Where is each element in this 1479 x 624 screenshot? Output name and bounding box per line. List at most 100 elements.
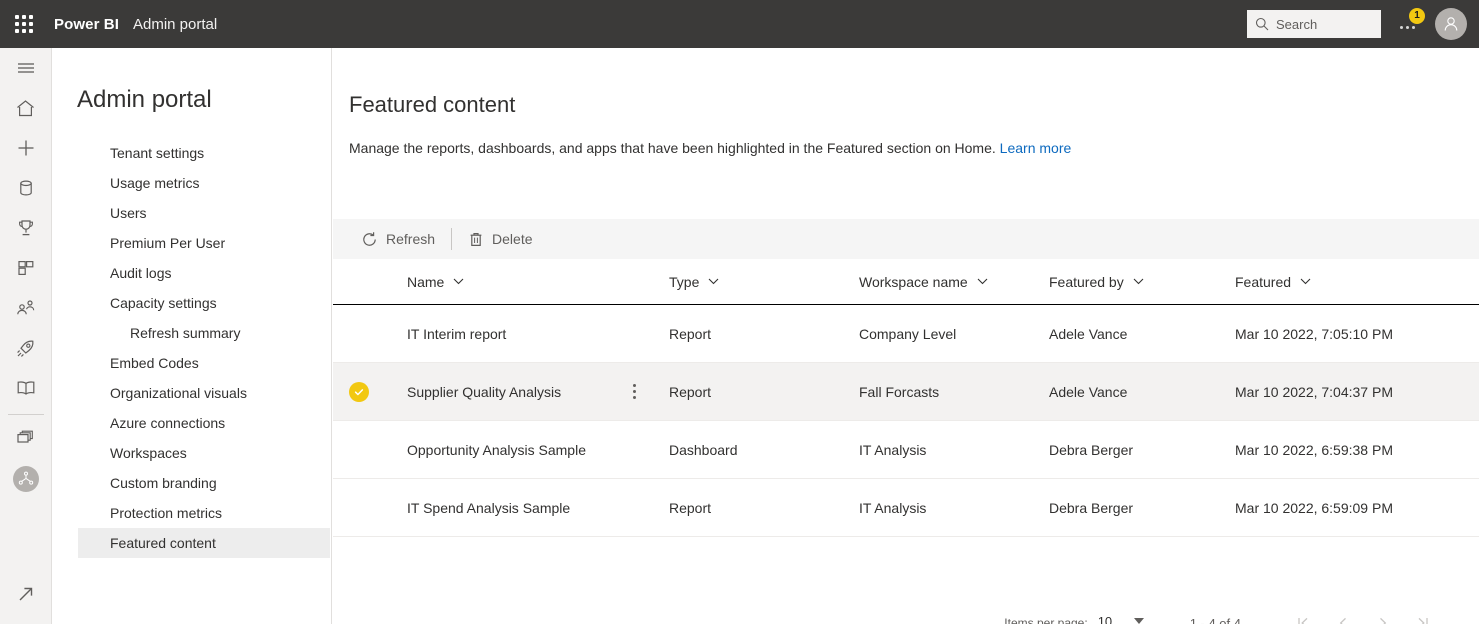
last-page-button[interactable] (1403, 603, 1443, 624)
cell-workspace-name: IT Analysis (859, 441, 927, 458)
row-menu-cell[interactable] (627, 380, 669, 403)
row-select-cell[interactable] (349, 381, 407, 402)
cell-featured-by: Adele Vance (1049, 383, 1128, 400)
sidebar-item-current-workspace[interactable] (0, 459, 52, 499)
sidebar-item-goals[interactable] (0, 208, 52, 248)
cell-featured: Mar 10 2022, 7:05:10 PM (1235, 325, 1393, 342)
sidebar-item-apps[interactable] (0, 248, 52, 288)
table-row[interactable]: Opportunity Analysis Sample Dashboard IT A… (333, 421, 1479, 479)
admin-portal-nav-list: Tenant settings Usage metrics Users Premium… (78, 138, 330, 558)
sidebar-item-workspaces[interactable]: Workspaces (78, 438, 330, 468)
previous-page-button[interactable] (1323, 603, 1363, 624)
expand-nav-button[interactable] (0, 574, 52, 614)
chevron-down-icon (453, 278, 464, 285)
items-per-page-value: 10 (1097, 613, 1113, 624)
sidebar-item-workspaces[interactable] (0, 419, 52, 459)
featured-content-table: Name Type Workspace name Featured by Fea… (333, 259, 1479, 537)
sidebar-item-organizational-visuals[interactable]: Organizational visuals (78, 378, 330, 408)
more-options-button[interactable]: 1 (1385, 0, 1429, 48)
workspaces-stack-icon (16, 430, 33, 443)
cell-featured-by: Debra Berger (1049, 499, 1134, 516)
sidebar-item-featured-content[interactable]: Featured content (78, 528, 330, 558)
column-header-featured[interactable]: Featured (1235, 274, 1479, 290)
refresh-button[interactable]: Refresh (351, 219, 445, 259)
learn-more-link[interactable]: Learn more (1000, 140, 1072, 156)
cell-featured-by: Adele Vance (1049, 325, 1128, 342)
sidebar-item-azure-connections[interactable]: Azure connections (78, 408, 330, 438)
page-last-icon (1418, 617, 1428, 624)
sidebar-item-shared-with-me[interactable] (0, 288, 52, 328)
sidebar-item-data-hub[interactable] (0, 168, 52, 208)
column-header-name[interactable]: Name (407, 274, 627, 290)
sidebar-item-home[interactable] (0, 88, 52, 128)
more-vertical-icon[interactable] (627, 380, 642, 403)
chevron-down-icon (1134, 618, 1145, 624)
avatar[interactable] (1435, 8, 1467, 40)
column-header-type[interactable]: Type (669, 274, 859, 290)
sidebar-item-embed-codes[interactable]: Embed Codes (78, 348, 330, 378)
column-header-featured-label: Featured (1235, 273, 1292, 290)
goals-trophy-icon (18, 220, 33, 236)
items-per-page-select[interactable]: 10 (1098, 614, 1156, 624)
sidebar-item-learn[interactable] (0, 368, 52, 408)
current-workspace-avatar (12, 466, 39, 492)
refresh-button-label: Refresh (386, 231, 436, 247)
search-icon (1255, 17, 1269, 31)
cell-type: Report (669, 383, 712, 400)
delete-button-label: Delete (492, 231, 533, 247)
chevron-down-icon (1300, 278, 1311, 285)
brand-logo-text[interactable]: Power BI (54, 16, 119, 33)
sidebar-item-capacity-settings[interactable]: Capacity settings (78, 288, 330, 318)
delete-button[interactable]: Delete (458, 219, 542, 259)
sidebar-item-tenant-settings[interactable]: Tenant settings (78, 138, 330, 168)
more-horizontal-icon (1399, 25, 1415, 29)
command-toolbar: Refresh Delete (333, 219, 1479, 259)
sidebar-item-users[interactable]: Users (78, 198, 330, 228)
check-circle-icon[interactable] (349, 381, 369, 402)
table-row[interactable]: IT Interim report Report Company Level Adel… (333, 305, 1479, 363)
nav-toggle-button[interactable] (0, 48, 52, 88)
sidebar-item-label: Usage metrics (110, 175, 200, 191)
table-row[interactable]: IT Spend Analysis Sample Report IT Analysi… (333, 479, 1479, 537)
notification-badge[interactable]: 1 (1409, 8, 1425, 24)
cell-name: IT Interim report (407, 325, 507, 342)
column-header-featured-by[interactable]: Featured by (1049, 274, 1235, 290)
sidebar-item-label: Custom branding (110, 475, 217, 491)
page-prev-icon (1339, 617, 1346, 624)
sidebar-item-premium-per-user[interactable]: Premium Per User (78, 228, 330, 258)
sidebar-item-audit-logs[interactable]: Audit logs (78, 258, 330, 288)
datahub-database-icon (19, 180, 32, 196)
chevron-down-icon (977, 278, 988, 285)
table-row[interactable]: Supplier Quality Analysis Report Fall Forc… (333, 363, 1479, 421)
sidebar-item-create[interactable] (0, 128, 52, 168)
cell-featured: Mar 10 2022, 6:59:38 PM (1235, 441, 1393, 458)
sidebar-item-label: Audit logs (110, 265, 172, 281)
workspace-group-icon (18, 471, 33, 485)
cell-type: Dashboard (669, 441, 738, 458)
first-page-button[interactable] (1283, 603, 1323, 624)
column-header-workspace-name[interactable]: Workspace name (859, 274, 1049, 290)
next-page-button[interactable] (1363, 603, 1403, 624)
search-input[interactable]: Search (1247, 10, 1381, 38)
cell-name: Supplier Quality Analysis (407, 383, 562, 400)
admin-portal-nav-pane: Admin portal Tenant settings Usage metric… (53, 48, 332, 624)
refresh-icon (363, 231, 376, 246)
deployment-rocket-icon (17, 340, 34, 357)
column-header-type-label: Type (669, 273, 700, 290)
sidebar-item-refresh-summary[interactable]: Refresh summary (78, 318, 330, 348)
sidebar-item-deployment-pipelines[interactable] (0, 328, 52, 368)
expand-arrow-icon (19, 587, 32, 601)
app-launcher-icon[interactable] (0, 0, 48, 48)
user-avatar-icon (1444, 17, 1458, 31)
sidebar-item-usage-metrics[interactable]: Usage metrics (78, 168, 330, 198)
apps-grid-icon (17, 260, 33, 275)
sidebar-item-label: Capacity settings (110, 295, 217, 311)
left-nav-rail (0, 48, 52, 624)
sidebar-item-label: Tenant settings (110, 145, 205, 161)
cell-name: IT Spend Analysis Sample (407, 499, 571, 516)
sidebar-item-label: Embed Codes (110, 355, 199, 371)
sidebar-item-custom-branding[interactable]: Custom branding (78, 468, 330, 498)
pagination-range-label: 1 - 4 of 4 (1189, 615, 1241, 624)
page-first-icon (1298, 617, 1308, 624)
sidebar-item-protection-metrics[interactable]: Protection metrics (78, 498, 330, 528)
